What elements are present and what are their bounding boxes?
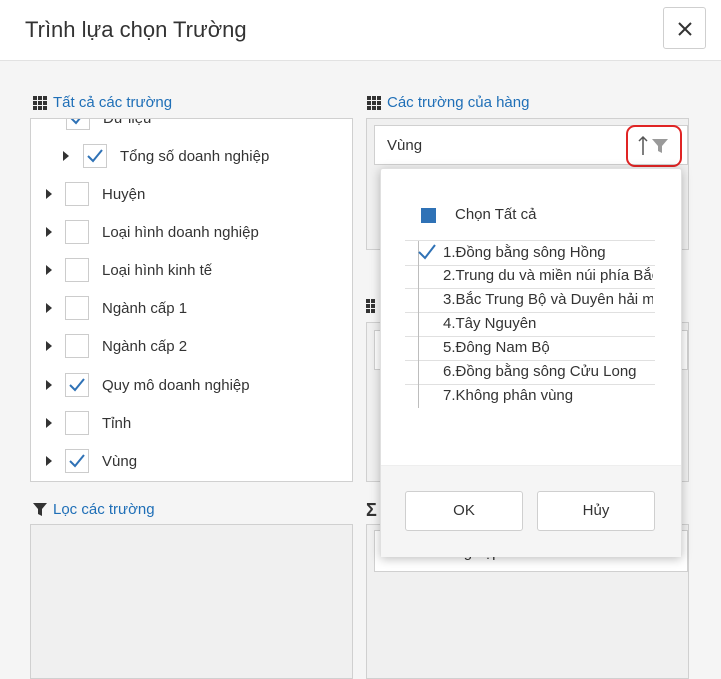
checkbox[interactable] [65,220,89,244]
tree-item-label: Tổng số doanh nghiệp [120,148,270,165]
checkbox[interactable] [418,360,442,384]
filter-icon [33,502,47,516]
checkbox[interactable] [65,296,89,320]
filter-value-row[interactable]: 3.Bắc Trung Bộ và Duyên hải miền Trung [405,288,655,313]
filter-value-label: 5.Đông Nam Bộ [443,339,550,356]
row-fields-header: Các trường của hàng [367,94,529,111]
filter-popup: Chọn Tất cả 1.Đồng bằng sông Hồng 2.Trun… [380,168,682,557]
field-chooser-dialog: Trình lựa chọn Trường Tất cả các trường … [0,0,721,679]
tree-item-label: Loại hình doanh nghiệp [102,224,259,241]
expand-arrow-icon[interactable] [46,341,52,351]
filter-value-label: 1.Đồng bằng sông Hồng [443,244,606,261]
checkbox[interactable] [418,384,442,408]
checkbox[interactable] [65,373,89,397]
checkbox[interactable] [65,411,89,435]
all-fields-tree[interactable]: Dữ liệu Tổng số doanh nghiệp Huyện Loại … [30,118,353,482]
checkbox[interactable] [418,336,442,360]
checkbox[interactable] [66,119,90,130]
tree-item-label: Tỉnh [102,415,132,432]
filter-value-label: 2.Trung du và miền núi phía Bắc [443,267,653,284]
tree-item-label: Ngành cấp 1 [102,300,188,317]
tree-item-label: Loại hình kinh tế [102,262,213,279]
checkbox[interactable] [418,264,442,288]
tree-item-label: Ngành cấp 2 [102,338,188,355]
tree-item-label: Dữ liệu [103,118,152,127]
row-fields-label: Các trường của hàng [387,94,530,111]
filter-value-label: 7.Không phân vùng [443,387,574,404]
checkbox[interactable] [418,241,442,265]
expand-arrow-icon[interactable] [46,227,52,237]
grid-icon [366,299,375,313]
checkbox[interactable] [65,258,89,282]
filter-highlight [626,125,682,167]
filter-fields-panel [30,524,353,679]
filter-value-row[interactable]: 6.Đồng bằng sông Cửu Long [405,360,655,385]
expand-arrow-icon[interactable] [46,303,52,313]
cancel-button[interactable]: Hủy [537,491,655,531]
expand-arrow-icon[interactable] [46,265,52,275]
select-all-checkbox[interactable] [421,208,436,223]
checkmark-icon [69,454,85,468]
filter-value-label: 4.Tây Nguyên [443,315,537,332]
checkmark-icon [87,149,103,163]
popup-footer: OK Hủy [381,465,681,557]
checkbox[interactable] [418,288,442,312]
filter-value-label: 3.Bắc Trung Bộ và Duyên hải miền Trung [443,291,653,308]
expand-arrow-icon[interactable] [46,380,52,390]
filter-value-label: 6.Đồng bằng sông Cửu Long [443,363,637,380]
checkbox[interactable] [418,312,442,336]
checkmark-icon [69,378,85,392]
filter-value-row[interactable]: 4.Tây Nguyên [405,312,655,337]
checkmark-icon [70,119,81,125]
row-field-label: Vùng [387,137,423,154]
dialog-title: Trình lựa chọn Trường [25,17,247,42]
tree-item-label: Quy mô doanh nghiệp [102,377,250,394]
sigma-icon: Σ [366,500,377,520]
filter-value-row[interactable]: 7.Không phân vùng [405,384,655,408]
tree-item-label: Vùng [102,453,138,470]
close-icon [678,22,692,36]
checkmark-icon [418,244,436,260]
expand-arrow-icon[interactable] [46,189,52,199]
select-all-label[interactable]: Chọn Tất cả [455,206,536,223]
checkbox[interactable] [65,334,89,358]
expand-arrow-icon[interactable] [46,418,52,428]
tree-item-label: Huyện [102,186,146,203]
expand-arrow-icon[interactable] [46,456,52,466]
all-fields-header: Tất cả các trường [33,94,172,111]
filter-value-row[interactable]: 2.Trung du và miền núi phía Bắc [405,264,655,289]
ok-button[interactable]: OK [405,491,523,531]
all-fields-label: Tất cả các trường [53,94,173,111]
close-button[interactable] [663,7,706,49]
filter-fields-label: Lọc các trường [53,501,155,518]
grid-icon [367,95,381,110]
grid-icon [33,95,47,110]
checkbox[interactable] [65,182,89,206]
expand-arrow-icon[interactable] [63,151,69,161]
filter-value-row[interactable]: 1.Đồng bằng sông Hồng [405,240,655,266]
dialog-header: Trình lựa chọn Trường [0,0,721,61]
filter-fields-header: Lọc các trường [33,501,155,518]
checkbox[interactable] [65,449,89,473]
checkbox[interactable] [83,144,107,168]
filter-value-row[interactable]: 5.Đông Nam Bộ [405,336,655,361]
